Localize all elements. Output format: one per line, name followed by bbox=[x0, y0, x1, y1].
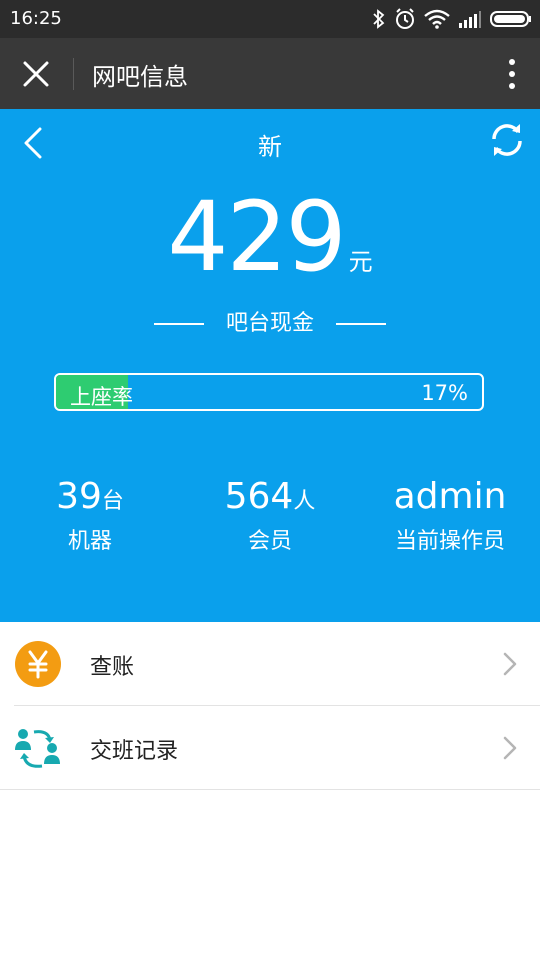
bluetooth-icon bbox=[373, 9, 385, 29]
cash-label-row: 吧台现金 bbox=[0, 305, 540, 337]
chevron-right-icon bbox=[503, 652, 517, 676]
stat-members: 564人 会员 bbox=[180, 475, 360, 555]
cash-amount-unit: 元 bbox=[348, 248, 373, 276]
stat-machines-unit: 台 bbox=[101, 489, 124, 514]
occupancy-progress: 上座率 17% bbox=[54, 373, 484, 411]
signal-icon bbox=[459, 11, 481, 28]
header-title: 新 bbox=[258, 133, 282, 161]
stat-machines: 39台 机器 bbox=[0, 475, 180, 555]
menu-item-check-account[interactable]: 查账 bbox=[0, 622, 540, 705]
stat-operator: admin 当前操作员 bbox=[360, 475, 540, 555]
stats-row: 39台 机器 564人 会员 admin 当前操作员 bbox=[0, 475, 540, 565]
occupancy-label: 上座率 bbox=[70, 385, 133, 409]
menu-list: 查账 交班记录 bbox=[0, 622, 540, 790]
title-divider bbox=[73, 58, 74, 90]
stat-machines-value: 39 bbox=[56, 476, 102, 517]
cash-label-line-right bbox=[336, 323, 386, 325]
more-vertical-icon[interactable] bbox=[506, 56, 518, 92]
shift-exchange-icon bbox=[15, 729, 60, 768]
stat-operator-value: admin bbox=[393, 476, 507, 517]
menu-item-label: 查账 bbox=[90, 655, 135, 680]
cash-amount: 429 元 bbox=[0, 187, 540, 287]
menu-divider bbox=[0, 789, 540, 790]
status-bar: 16:25 bbox=[0, 0, 540, 38]
alarm-icon bbox=[396, 8, 414, 29]
status-time: 16:25 bbox=[10, 8, 62, 29]
cash-amount-value: 429 bbox=[167, 181, 346, 293]
title-bar: 网吧信息 bbox=[0, 38, 540, 109]
battery-icon bbox=[490, 11, 531, 27]
menu-item-shift-records[interactable]: 交班记录 bbox=[0, 706, 540, 789]
cash-label: 吧台现金 bbox=[225, 311, 314, 336]
occupancy-percent: 17% bbox=[421, 381, 468, 405]
wifi-icon bbox=[424, 9, 450, 29]
chevron-right-icon bbox=[503, 736, 517, 760]
menu-item-label: 交班记录 bbox=[90, 739, 179, 764]
page-title: 网吧信息 bbox=[92, 63, 188, 91]
status-icons bbox=[372, 6, 532, 32]
stat-operator-caption: 当前操作员 bbox=[394, 529, 505, 554]
stat-machines-caption: 机器 bbox=[67, 529, 112, 554]
summary-header: 新 429 元 吧台现金 上座率 17% 39台 机器 564人 会员 admin… bbox=[0, 109, 540, 622]
refresh-icon[interactable] bbox=[486, 119, 528, 161]
close-icon[interactable] bbox=[18, 56, 54, 92]
cash-label-line-left bbox=[153, 323, 204, 325]
yen-coin-icon bbox=[15, 641, 61, 687]
stat-members-caption: 会员 bbox=[247, 529, 292, 554]
stat-members-value: 564 bbox=[224, 476, 294, 517]
stat-members-unit: 人 bbox=[293, 489, 316, 514]
